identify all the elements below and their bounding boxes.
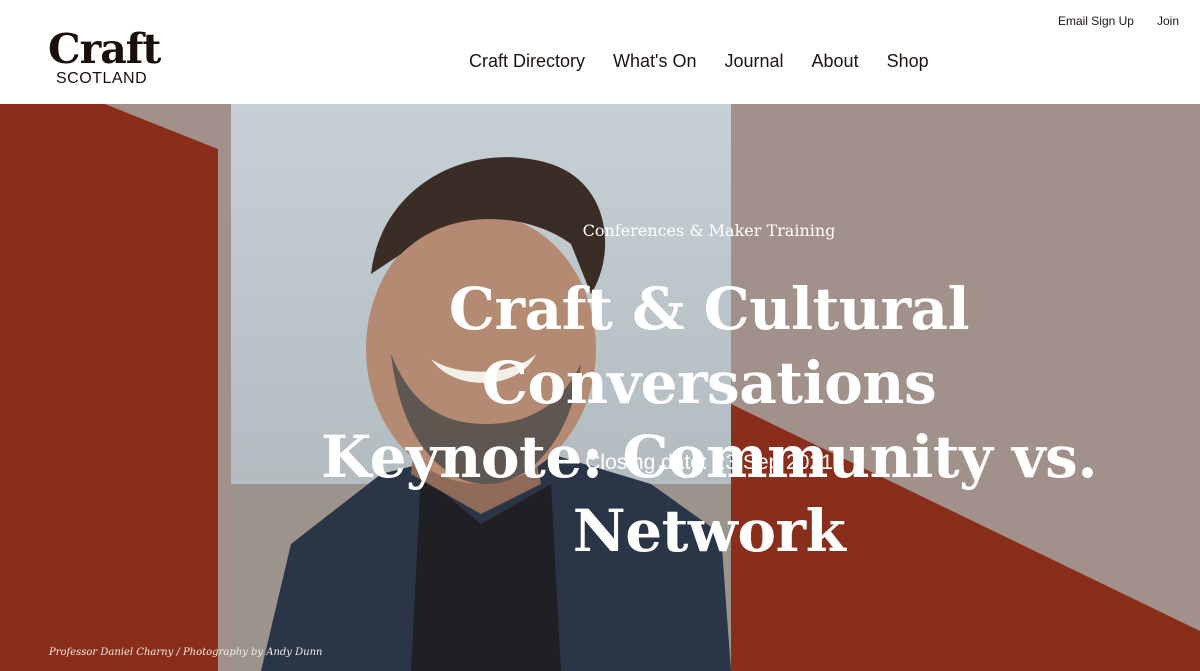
email-signup-link[interactable]: Email Sign Up — [1058, 14, 1134, 28]
main-nav: Craft Directory What's On Journal About … — [469, 49, 929, 73]
nav-item-about[interactable]: About — [812, 49, 859, 73]
nav-item-whats-on[interactable]: What's On — [613, 49, 696, 73]
event-title-line-1: Craft & Cultural Conversations — [448, 275, 970, 417]
nav-item-craft-directory[interactable]: Craft Directory — [469, 49, 585, 73]
event-category: Conferences & Maker Training — [582, 221, 836, 240]
left-rust-panel — [0, 104, 218, 671]
join-link[interactable]: Join — [1157, 14, 1179, 28]
hero-banner: Conferences & Maker Training Craft & Cul… — [0, 104, 1200, 671]
site-header: Craft SCOTLAND Email Sign Up Join Craft … — [0, 0, 1200, 104]
logo-wordmark-scotland: SCOTLAND — [56, 70, 148, 87]
utility-nav: Email Sign Up Join — [1058, 14, 1179, 28]
logo-wordmark-craft: Craft — [48, 25, 161, 73]
closing-date-label: Closing date: — [585, 451, 708, 474]
closing-date: Closing date: 23 Sep 2021 — [0, 451, 1200, 475]
closing-date-value: 23 Sep 2021 — [713, 451, 833, 474]
craft-scotland-logo[interactable]: Craft SCOTLAND — [48, 28, 178, 90]
nav-item-shop[interactable]: Shop — [887, 49, 929, 73]
nav-item-journal[interactable]: Journal — [724, 49, 783, 73]
event-title: Craft & Cultural Conversations Keynote: … — [228, 272, 1190, 568]
photo-caption: Professor Daniel Charny / Photography by… — [49, 647, 323, 658]
event-title-line-2: Keynote: Community vs. Network — [320, 423, 1098, 565]
